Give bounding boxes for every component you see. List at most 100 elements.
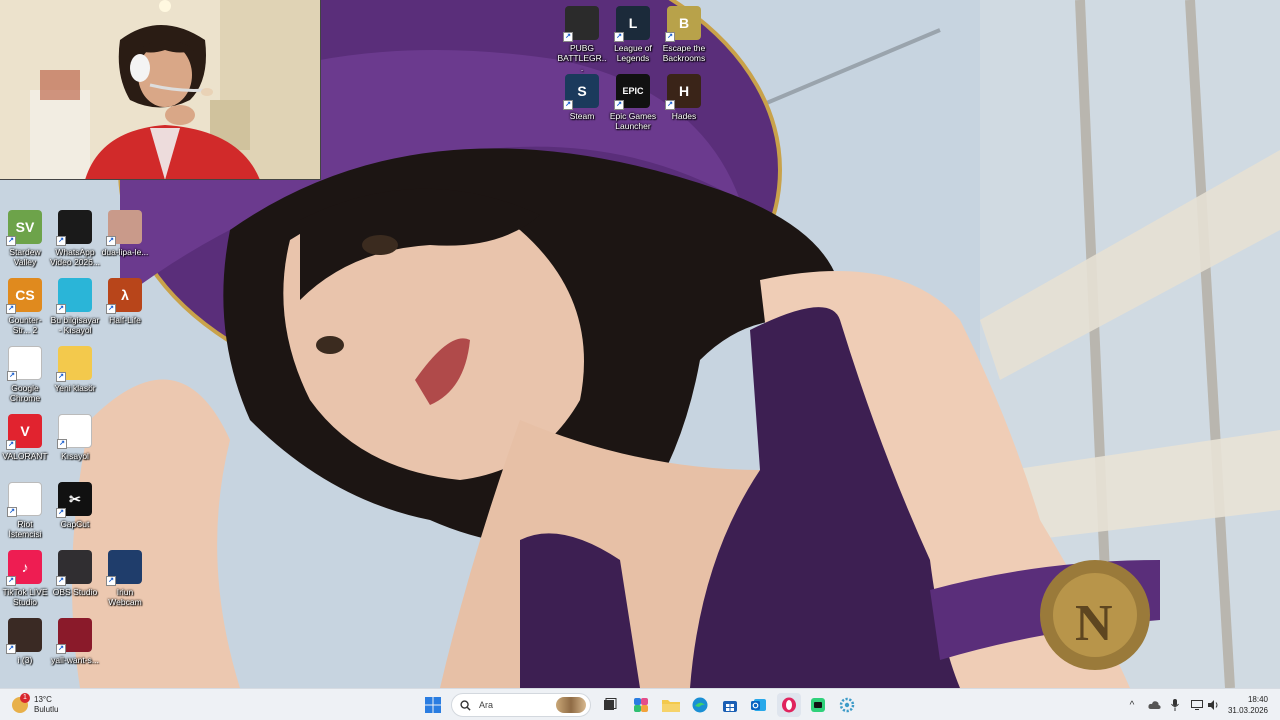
- desktop-icon-label: Epic Games Launcher: [609, 111, 657, 131]
- icon-capcut[interactable]: ✂ ↗ CapCut: [50, 482, 100, 529]
- desktop-icon-label: Kısayol: [61, 451, 89, 461]
- microsoft-store-button[interactable]: [718, 693, 742, 717]
- outlook-icon: [751, 699, 766, 711]
- icon-epic-games[interactable]: EPIC ↗ Epic Games Launcher: [608, 74, 658, 131]
- edge-icon: [692, 697, 708, 713]
- icon-tiktok-live-studio[interactable]: ♪ ↗ TikTok LIVE Studio: [0, 550, 50, 607]
- speaker-icon: [1208, 700, 1218, 710]
- volume-button[interactable]: [1207, 693, 1221, 717]
- app-green-button[interactable]: [806, 693, 830, 717]
- desktop-icon-label: PUBG BATTLEGR...: [557, 43, 607, 73]
- desktop-icon-label: Yeni klasör: [54, 383, 96, 393]
- desktop-icon-label: dua-lipa-le...: [101, 247, 149, 257]
- icon-this-pc[interactable]: ↗ Bu bilgisayar - Kısayol: [50, 278, 100, 335]
- icon-image-i3[interactable]: ↗ i (3): [0, 618, 50, 665]
- desktop-icon-label: League of Legends: [614, 43, 652, 63]
- desktop-icon-label: i (3): [17, 655, 33, 665]
- shortcut-arrow-icon: ↗: [7, 371, 17, 381]
- opera-button[interactable]: [777, 693, 801, 717]
- shortcut-arrow-icon: ↗: [6, 644, 16, 654]
- desktop-icon-label: Escape the Backrooms: [662, 43, 706, 63]
- weather-widget[interactable]: 1 13°C Bulutlu: [12, 693, 58, 717]
- icon-obs-studio[interactable]: ↗ OBS Studio: [50, 550, 100, 597]
- icon-whatsapp-video[interactable]: ↗ WhatsApp Video 2026...: [50, 210, 100, 267]
- shortcut-arrow-icon: ↗: [6, 236, 16, 246]
- microphone-button[interactable]: [1168, 693, 1182, 717]
- shortcut-arrow-icon: ↗: [6, 304, 16, 314]
- start-button[interactable]: [421, 693, 445, 717]
- shortcut-arrow-icon: ↗: [7, 507, 17, 517]
- icon-stardew-valley[interactable]: SV ↗ Stardew Valley: [0, 210, 50, 267]
- clock[interactable]: 18:40 31.03.2026: [1228, 694, 1268, 716]
- shortcut-arrow-icon: ↗: [57, 439, 67, 449]
- shortcut-arrow-icon: ↗: [56, 236, 66, 246]
- shortcut-arrow-icon: ↗: [614, 100, 624, 110]
- icon-valorant[interactable]: V ↗ VALORANT: [0, 414, 50, 461]
- icon-steam[interactable]: S ↗ Steam: [557, 74, 607, 121]
- display-button[interactable]: [1190, 693, 1204, 717]
- app-icon: [811, 698, 825, 712]
- shortcut-arrow-icon: ↗: [56, 576, 66, 586]
- yall-want-icon: ↗: [56, 618, 92, 654]
- icon-iriun-webcam[interactable]: ↗ Iriun Webcam: [100, 550, 150, 607]
- hades-icon: H ↗: [665, 74, 701, 110]
- google-chrome-icon: ↗: [7, 346, 42, 381]
- shortcut-arrow-icon: ↗: [106, 304, 116, 314]
- desktop-icon-label: Stardew Valley: [9, 247, 41, 267]
- desktop-icon-label: Iriun Webcam: [108, 587, 142, 607]
- shortcut-arrow-icon: ↗: [563, 100, 573, 110]
- shortcut-icon: ↗: [57, 414, 92, 449]
- monitor-icon: [1191, 700, 1203, 710]
- new-folder-icon: ↗: [56, 346, 92, 382]
- shortcut-arrow-icon: ↗: [106, 236, 116, 246]
- icon-new-folder[interactable]: ↗ Yeni klasör: [50, 346, 100, 393]
- settings-button[interactable]: [835, 693, 859, 717]
- icon-half-life[interactable]: λ ↗ Half-Life: [100, 278, 150, 325]
- shortcut-arrow-icon: ↗: [106, 576, 116, 586]
- desktop-icon-label: Steam: [569, 111, 595, 121]
- copilot-button[interactable]: [629, 693, 653, 717]
- icon-hades[interactable]: H ↗ Hades: [659, 74, 709, 121]
- shortcut-arrow-icon: ↗: [56, 508, 66, 518]
- icon-shortcut[interactable]: ↗ Kısayol: [50, 414, 100, 461]
- weather-icon: 1: [12, 693, 30, 713]
- icon-yall-want[interactable]: ↗ yall-want-s...: [50, 618, 100, 665]
- counter-strike-icon: CS ↗: [6, 278, 42, 314]
- file-explorer-button[interactable]: [659, 693, 683, 717]
- opera-icon: [782, 697, 796, 713]
- desktop-icon-label: Counter-Str... 2: [8, 315, 42, 335]
- capcut-icon: ✂ ↗: [56, 482, 92, 518]
- epic-games-icon: EPIC ↗: [614, 74, 650, 110]
- desktop-icon-label: yall-want-s...: [51, 655, 99, 665]
- cloud-tray-button[interactable]: [1146, 693, 1162, 717]
- taskbar: 1 13°C Bulutlu Ara ^ 18:40 31.03.2026: [0, 688, 1280, 720]
- weather-temperature: 13°C: [34, 695, 52, 704]
- icon-google-chrome[interactable]: ↗ Google Chrome: [0, 346, 50, 403]
- folder-icon: [662, 700, 680, 712]
- clock-time: 18:40: [1247, 695, 1268, 704]
- search-box[interactable]: Ara: [451, 693, 591, 717]
- image-i3-icon: ↗: [6, 618, 42, 654]
- desktop-icon-label: TikTok LIVE Studio: [2, 587, 48, 607]
- desktop-icon-label: Hades: [671, 111, 697, 121]
- microphone-icon: [1171, 699, 1179, 711]
- gear-icon: [839, 697, 855, 713]
- desktop-icon-label: Google Chrome: [9, 383, 41, 403]
- icon-pubg[interactable]: ↗ PUBG BATTLEGR...: [557, 6, 607, 73]
- shortcut-arrow-icon: ↗: [6, 576, 16, 586]
- icon-dua-lipa[interactable]: ↗ dua-lipa-le...: [100, 210, 150, 257]
- outlook-button[interactable]: [747, 693, 771, 717]
- obs-studio-icon: ↗: [56, 550, 92, 586]
- edge-button[interactable]: [688, 693, 712, 717]
- valorant-icon: V ↗: [6, 414, 42, 450]
- icon-league-of-legends[interactable]: L ↗ League of Legends: [608, 6, 658, 63]
- desktop-icon-label: OBS Studio: [52, 587, 98, 597]
- icon-counter-strike[interactable]: CS ↗ Counter-Str... 2: [0, 278, 50, 335]
- icon-riot-client[interactable]: ↗ Riot İstemcisi: [0, 482, 50, 539]
- show-hidden-icons-button[interactable]: ^: [1125, 693, 1139, 717]
- shortcut-arrow-icon: ↗: [665, 32, 675, 42]
- icon-escape-the-backrooms[interactable]: B ↗ Escape the Backrooms: [659, 6, 709, 63]
- search-highlight-image: [556, 697, 586, 713]
- webcam-feed: [0, 0, 320, 179]
- task-view-button[interactable]: [598, 693, 622, 717]
